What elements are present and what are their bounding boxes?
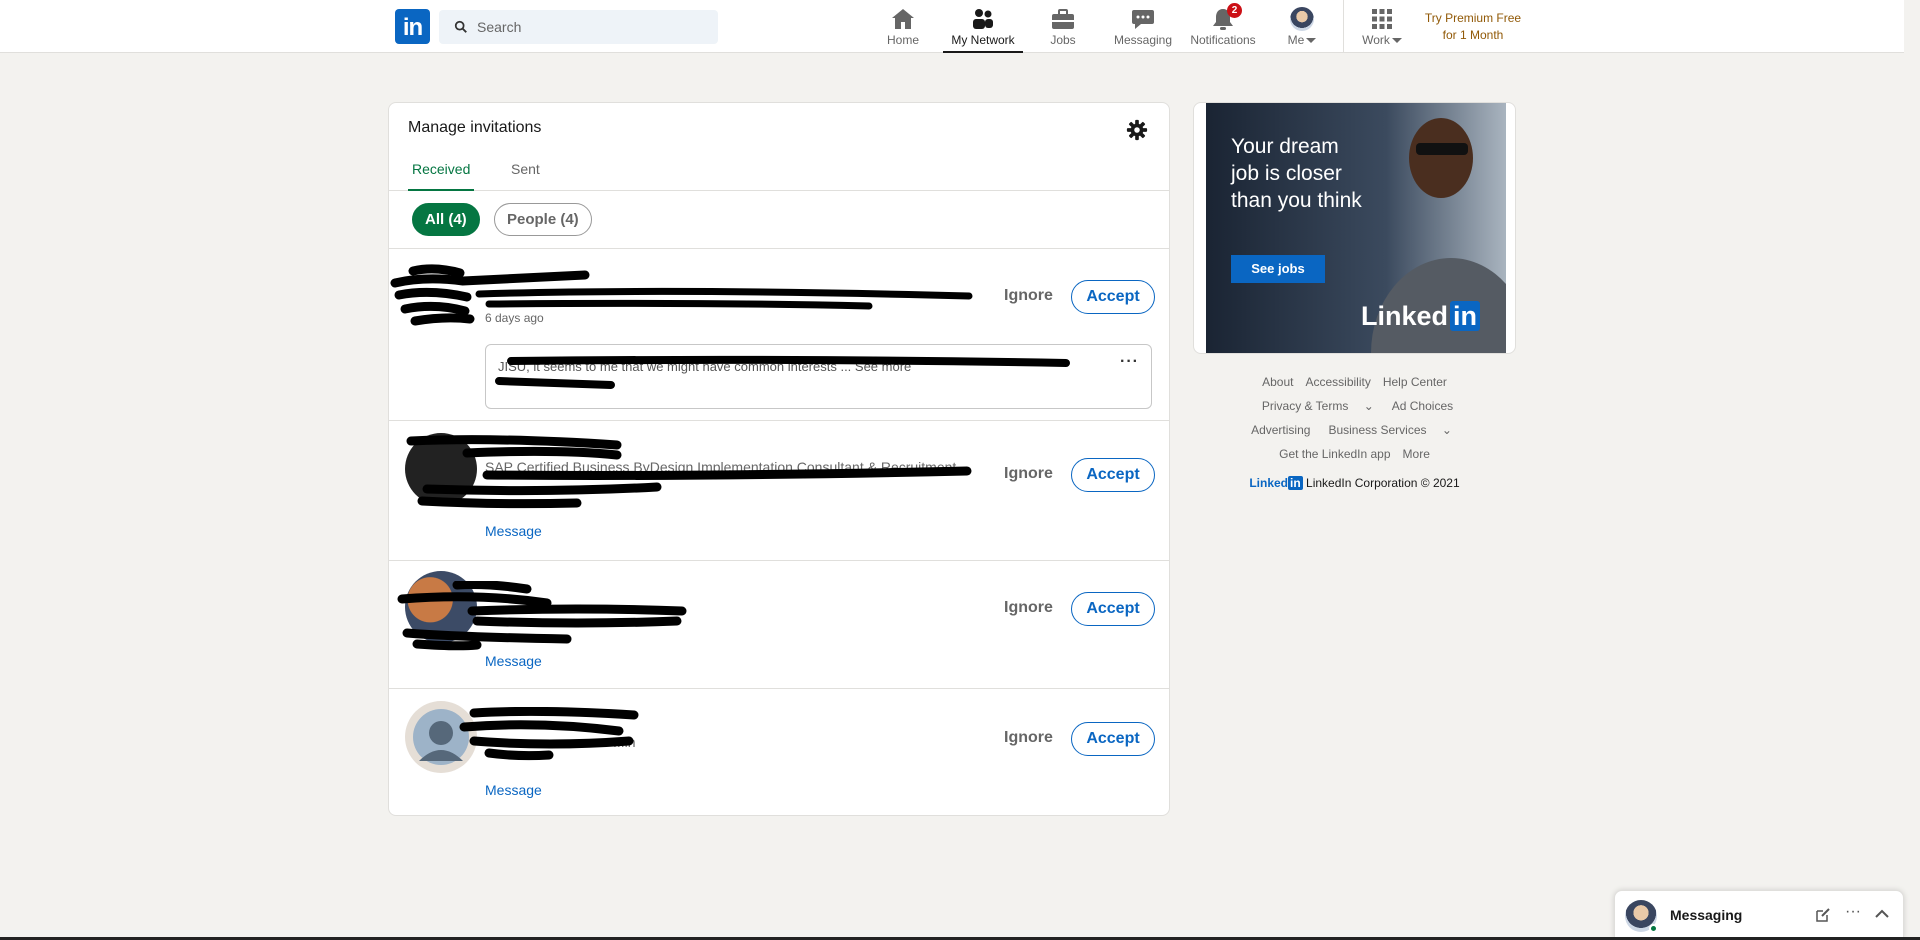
message-link[interactable]: Message bbox=[485, 523, 542, 539]
card-title: Manage invitations bbox=[408, 119, 542, 136]
invitation-row: ...in Message Ignore Accept bbox=[389, 689, 1169, 817]
caret-down-icon bbox=[1306, 38, 1317, 44]
try-premium-link[interactable]: Try Premium Free for 1 Month bbox=[1413, 10, 1533, 44]
tab-sent[interactable]: Sent bbox=[507, 161, 544, 191]
online-status-indicator bbox=[1649, 924, 1658, 933]
network-icon bbox=[973, 9, 993, 29]
nav-me[interactable]: Me bbox=[1285, 0, 1319, 53]
redacted-text bbox=[406, 435, 972, 509]
nav-my-network[interactable]: My Network bbox=[943, 0, 1023, 53]
footer-link-advertising[interactable]: Advertising bbox=[1251, 423, 1310, 437]
messaging-overlay-bar[interactable]: Messaging ··· bbox=[1614, 890, 1904, 938]
nav-home[interactable]: Home bbox=[880, 0, 926, 53]
filter-pills: All (4) People (4) bbox=[389, 191, 1169, 249]
chevron-up-icon[interactable] bbox=[1875, 909, 1889, 919]
premium-line-1: Try Premium Free bbox=[1424, 11, 1522, 25]
accept-button[interactable]: Accept bbox=[1071, 722, 1155, 756]
footer-link-more[interactable]: More bbox=[1403, 447, 1430, 461]
avatar bbox=[1290, 7, 1314, 31]
nav-label: Notifications bbox=[1190, 33, 1256, 47]
ad-image[interactable]: Your dream job is closer than you think … bbox=[1206, 103, 1506, 353]
nav-label: Home bbox=[886, 33, 919, 47]
chevron-down-icon: ⌄ bbox=[1441, 423, 1452, 437]
premium-line-2: for 1 Month bbox=[1442, 28, 1504, 42]
search-box[interactable] bbox=[439, 10, 718, 44]
ignore-button[interactable]: Ignore bbox=[1004, 599, 1053, 617]
tab-received[interactable]: Received bbox=[408, 161, 475, 191]
search-input[interactable] bbox=[477, 10, 707, 44]
accept-button[interactable]: Accept bbox=[1071, 592, 1155, 626]
nav-notifications[interactable]: 2 Notifications bbox=[1188, 0, 1258, 53]
jobs-icon bbox=[1052, 9, 1074, 29]
message-link[interactable]: Message bbox=[485, 782, 542, 798]
nav-label: Messaging bbox=[1113, 33, 1173, 47]
invitation-row: SAP Certified Business ByDesign Implemen… bbox=[389, 421, 1169, 561]
compose-icon[interactable] bbox=[1815, 907, 1831, 923]
redacted-text bbox=[495, 355, 1070, 389]
gear-icon[interactable] bbox=[1126, 119, 1148, 141]
more-options-icon[interactable]: ··· bbox=[1845, 903, 1861, 921]
manage-invitations-card: Manage invitations Received Sent All (4)… bbox=[388, 102, 1170, 816]
notification-badge: 2 bbox=[1227, 3, 1242, 18]
footer-link-label: Business Services bbox=[1328, 423, 1427, 437]
see-jobs-button[interactable]: See jobs bbox=[1231, 255, 1325, 283]
footer-link-privacy[interactable]: Privacy & Terms ⌄ bbox=[1256, 399, 1380, 413]
nav-label: Me bbox=[1287, 33, 1305, 47]
ignore-button[interactable]: Ignore bbox=[1004, 465, 1053, 483]
nav-label: My Network bbox=[951, 33, 1015, 47]
ad-headline: Your dream job is closer than you think bbox=[1231, 135, 1362, 212]
corp-text: LinkedIn Corporation © 2021 bbox=[1306, 476, 1460, 490]
footer-link-get-app[interactable]: Get the LinkedIn app bbox=[1279, 447, 1390, 461]
corporation-line: Linked in LinkedIn Corporation © 2021 bbox=[1193, 476, 1516, 490]
more-options-icon[interactable]: ··· bbox=[1120, 353, 1139, 371]
nav-label: Jobs bbox=[1050, 33, 1076, 47]
corp-brand-in: in bbox=[1288, 476, 1303, 490]
redacted-text bbox=[459, 707, 639, 761]
footer-link-business-services[interactable]: Business Services ⌄ bbox=[1322, 423, 1457, 437]
ignore-button[interactable]: Ignore bbox=[1004, 287, 1053, 305]
nav-jobs[interactable]: Jobs bbox=[1049, 0, 1077, 53]
grid-icon bbox=[1372, 9, 1392, 29]
invitation-row: 6 days ago Ignore Accept JISU, it seems … bbox=[389, 249, 1169, 421]
invitation-time: 6 days ago bbox=[485, 311, 544, 325]
filter-people[interactable]: People (4) bbox=[494, 203, 592, 236]
redacted-text bbox=[475, 287, 973, 310]
nav-divider bbox=[1343, 0, 1344, 53]
linkedin-logo[interactable]: in bbox=[395, 9, 430, 44]
messaging-title: Messaging bbox=[1670, 907, 1743, 923]
ignore-button[interactable]: Ignore bbox=[1004, 729, 1053, 747]
invitation-note: JISU, it seems to me that we might have … bbox=[485, 344, 1152, 409]
invitation-tabs: Received Sent bbox=[389, 157, 1169, 191]
nav-work[interactable]: Work bbox=[1360, 0, 1404, 53]
filter-all[interactable]: All (4) bbox=[412, 203, 480, 236]
message-link[interactable]: Message bbox=[485, 653, 542, 669]
nav-messaging[interactable]: Messaging bbox=[1112, 0, 1174, 53]
top-nav-bar: in Home My Network Jobs Messaging 2 Noti… bbox=[0, 0, 1904, 53]
messaging-icon bbox=[1132, 10, 1154, 29]
footer-link-help-center[interactable]: Help Center bbox=[1383, 375, 1447, 389]
linkedin-ad-logo: Linked in bbox=[1361, 301, 1481, 332]
chevron-down-icon: ⌄ bbox=[1363, 399, 1374, 413]
home-icon bbox=[892, 9, 914, 29]
footer-link-label: Privacy & Terms bbox=[1261, 399, 1349, 413]
footer-link-about[interactable]: About bbox=[1262, 375, 1293, 389]
ad-brand-in: in bbox=[1450, 301, 1481, 331]
redacted-text bbox=[397, 581, 687, 651]
search-icon bbox=[454, 20, 467, 33]
caret-down-icon bbox=[1391, 38, 1402, 44]
accept-button[interactable]: Accept bbox=[1071, 458, 1155, 492]
footer-link-ad-choices[interactable]: Ad Choices bbox=[1392, 399, 1453, 413]
nav-label: Work bbox=[1362, 33, 1390, 47]
corp-brand: Linked bbox=[1249, 476, 1289, 490]
accept-button[interactable]: Accept bbox=[1071, 280, 1155, 314]
ad-brand: Linked bbox=[1361, 301, 1449, 331]
ad-card[interactable]: Your dream job is closer than you think … bbox=[1193, 102, 1516, 354]
invitation-row: Message Ignore Accept bbox=[389, 561, 1169, 689]
footer-links: About Accessibility Help Center Privacy & … bbox=[1193, 370, 1516, 466]
footer-link-accessibility[interactable]: Accessibility bbox=[1305, 375, 1370, 389]
